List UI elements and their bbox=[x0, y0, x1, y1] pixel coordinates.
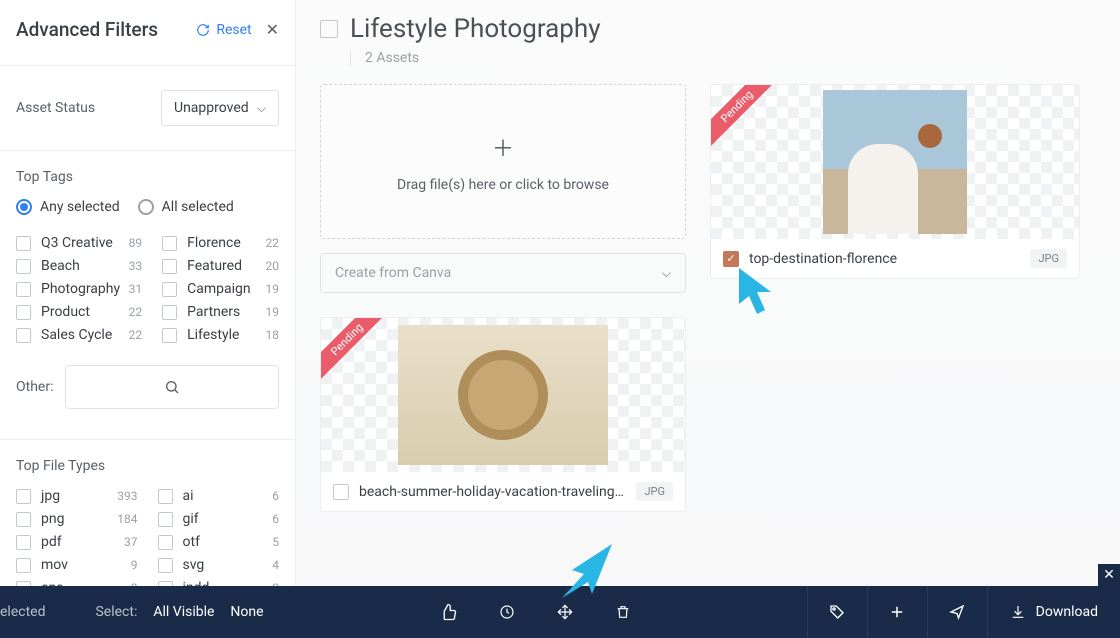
download-button[interactable]: Download bbox=[987, 586, 1120, 638]
plus-icon: ＋ bbox=[492, 131, 514, 163]
checkbox-icon bbox=[16, 236, 31, 251]
cursor-annotation-icon bbox=[733, 266, 777, 322]
checkbox-icon bbox=[158, 535, 173, 550]
file-dropzone[interactable]: ＋ Drag file(s) here or click to browse bbox=[320, 84, 686, 239]
close-icon[interactable]: ✕ bbox=[266, 20, 279, 39]
checkbox-icon bbox=[16, 535, 31, 550]
tag-item[interactable]: Florence22 bbox=[162, 235, 279, 251]
checkbox-icon bbox=[16, 489, 31, 504]
tag-item[interactable]: ai6 bbox=[158, 488, 280, 504]
radio-any-selected[interactable]: Any selected bbox=[16, 199, 120, 215]
asset-type-badge: JPG bbox=[1030, 249, 1067, 268]
page-title: Lifestyle Photography bbox=[350, 14, 601, 44]
asset-type-badge: JPG bbox=[636, 482, 673, 501]
checkbox-icon bbox=[162, 236, 177, 251]
checkbox-icon bbox=[16, 512, 31, 527]
radio-all-selected[interactable]: All selected bbox=[138, 199, 234, 215]
asset-checkbox[interactable] bbox=[333, 484, 349, 500]
top-file-types-label: Top File Types bbox=[16, 458, 279, 474]
share-button[interactable] bbox=[927, 586, 987, 638]
radio-icon bbox=[16, 199, 32, 215]
checkbox-icon bbox=[162, 305, 177, 320]
asset-card[interactable]: Pending beach-summer-holiday-vacation-tr… bbox=[320, 317, 686, 512]
tag-item[interactable]: gif6 bbox=[158, 511, 280, 527]
asset-status-value: Unapproved bbox=[174, 100, 249, 116]
asset-thumbnail bbox=[711, 85, 1079, 239]
tag-item[interactable]: Partners19 bbox=[162, 304, 279, 320]
trash-icon[interactable] bbox=[615, 603, 631, 621]
refresh-icon bbox=[196, 23, 210, 37]
tag-item[interactable]: Campaign19 bbox=[162, 281, 279, 297]
tag-item[interactable]: Featured20 bbox=[162, 258, 279, 274]
checkbox-icon bbox=[162, 282, 177, 297]
move-icon[interactable] bbox=[557, 603, 573, 621]
asset-status-label: Asset Status bbox=[16, 100, 95, 116]
other-tag-search[interactable] bbox=[65, 365, 279, 409]
sidebar-title: Advanced Filters bbox=[16, 18, 158, 41]
top-tags-label: Top Tags bbox=[16, 169, 279, 185]
top-tags-section: Top Tags Any selected All selected Q3 Cr… bbox=[16, 151, 279, 439]
cursor-annotation-icon bbox=[554, 540, 616, 602]
advanced-filters-sidebar: Advanced Filters Reset ✕ Asset Status Un… bbox=[0, 0, 296, 638]
asset-thumbnail bbox=[321, 318, 685, 472]
tag-item[interactable]: Product22 bbox=[16, 304, 142, 320]
tag-item[interactable]: svg4 bbox=[158, 557, 280, 573]
create-from-canva[interactable]: Create from Canva ⌵ bbox=[320, 253, 686, 293]
tag-item[interactable]: mov9 bbox=[16, 557, 138, 573]
asset-name: beach-summer-holiday-vacation-traveling-… bbox=[359, 484, 626, 500]
checkbox-icon bbox=[162, 259, 177, 274]
tag-item[interactable]: Photography31 bbox=[16, 281, 142, 297]
asset-checkbox[interactable]: ✓ bbox=[723, 251, 739, 267]
asset-card[interactable]: Pending ✓ top-destination-florence JPG bbox=[710, 84, 1080, 279]
other-label: Other: bbox=[16, 379, 53, 395]
search-icon bbox=[164, 379, 180, 395]
tag-item[interactable]: Beach33 bbox=[16, 258, 142, 274]
chevron-down-icon: ⌵ bbox=[257, 101, 266, 116]
checkbox-icon bbox=[162, 328, 177, 343]
thumbs-up-icon[interactable] bbox=[439, 603, 457, 621]
tag-item[interactable]: jpg393 bbox=[16, 488, 138, 504]
main-content: Lifestyle Photography 2 Assets ＋ Drag fi… bbox=[296, 0, 1120, 638]
checkbox-icon bbox=[16, 558, 31, 573]
select-label: Select: bbox=[95, 604, 137, 620]
tag-item[interactable]: pdf37 bbox=[16, 534, 138, 550]
checkbox-icon bbox=[16, 259, 31, 274]
chevron-down-icon: ⌵ bbox=[662, 266, 671, 281]
close-toolbar-button[interactable]: ✕ bbox=[1098, 564, 1120, 586]
checkbox-icon bbox=[16, 328, 31, 343]
sidebar-header: Advanced Filters Reset ✕ bbox=[16, 18, 279, 41]
tag-item[interactable]: Sales Cycle22 bbox=[16, 327, 142, 343]
tag-button[interactable] bbox=[807, 586, 867, 638]
checkbox-icon bbox=[158, 489, 173, 504]
reset-label: Reset bbox=[216, 22, 251, 38]
checkbox-icon bbox=[16, 305, 31, 320]
reset-button[interactable]: Reset bbox=[196, 22, 251, 38]
tag-item[interactable]: Q3 Creative89 bbox=[16, 235, 142, 251]
asset-name: top-destination-florence bbox=[749, 251, 1020, 267]
tag-item[interactable]: Lifestyle18 bbox=[162, 327, 279, 343]
clock-icon[interactable] bbox=[499, 603, 515, 621]
select-all-visible-button[interactable]: All Visible bbox=[153, 604, 214, 620]
asset-status-row: Asset Status Unapproved ⌵ bbox=[16, 66, 279, 150]
assets-count: 2 Assets bbox=[365, 50, 419, 66]
tag-item[interactable]: png184 bbox=[16, 511, 138, 527]
selected-label: elected bbox=[0, 604, 55, 620]
asset-status-select[interactable]: Unapproved ⌵ bbox=[161, 90, 279, 126]
dropzone-text: Drag file(s) here or click to browse bbox=[397, 177, 609, 193]
select-none-button[interactable]: None bbox=[230, 604, 263, 620]
radio-icon bbox=[138, 199, 154, 215]
checkbox-icon bbox=[158, 558, 173, 573]
select-all-checkbox[interactable] bbox=[320, 20, 338, 38]
checkbox-icon bbox=[16, 282, 31, 297]
checkbox-icon bbox=[158, 512, 173, 527]
add-button[interactable] bbox=[867, 586, 927, 638]
tag-item[interactable]: otf5 bbox=[158, 534, 280, 550]
